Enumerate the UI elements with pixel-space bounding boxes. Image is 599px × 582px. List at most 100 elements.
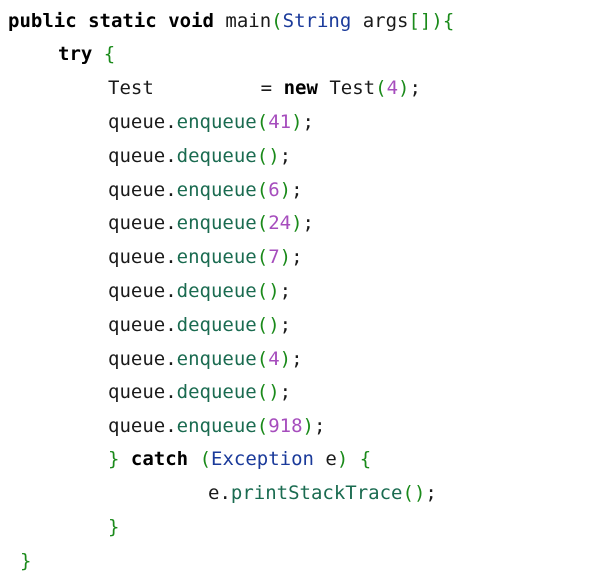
parens: () xyxy=(402,482,426,504)
keyword-try: try xyxy=(58,43,93,65)
dot-operator: . xyxy=(165,145,177,167)
number-literal: 24 xyxy=(268,212,292,234)
paren-close: ) xyxy=(291,111,303,133)
semicolon: ; xyxy=(302,212,314,234)
exception-variable: e xyxy=(325,448,337,470)
keyword-void: void xyxy=(168,10,214,32)
paren-close: ) xyxy=(302,415,314,437)
code-line-queue-call: queue.enqueue(41); xyxy=(108,107,314,137)
semicolon: ; xyxy=(409,77,421,99)
semicolon: ; xyxy=(425,482,437,504)
dot-operator: . xyxy=(165,314,177,336)
code-line-queue-call: queue.dequeue(); xyxy=(108,276,291,306)
number-literal: 4 xyxy=(386,77,399,99)
dot-operator: . xyxy=(165,111,177,133)
keyword-static: static xyxy=(88,10,157,32)
dot-operator: . xyxy=(165,381,177,403)
keyword-new: new xyxy=(283,77,318,99)
keyword-public: public xyxy=(8,10,77,32)
paren-open: ( xyxy=(375,77,387,99)
method-enqueue: enqueue xyxy=(176,415,257,437)
code-line-queue-call: queue.dequeue(); xyxy=(108,377,291,407)
dot-operator: . xyxy=(165,348,177,370)
method-print-stack-trace: printStackTrace xyxy=(230,482,403,504)
code-line-main-signature: public static void main(String args[]){ xyxy=(8,6,454,36)
semicolon: ; xyxy=(291,348,303,370)
paren-open: ( xyxy=(256,415,269,437)
paren-open: ( xyxy=(256,280,269,302)
paren-open: ( xyxy=(256,381,269,403)
brace-open: { xyxy=(103,43,116,65)
dot-operator: . xyxy=(165,280,177,302)
object-queue: queue xyxy=(108,145,166,167)
dot-operator: . xyxy=(165,415,177,437)
method-name: main xyxy=(225,10,272,32)
method-enqueue: enqueue xyxy=(176,246,257,268)
code-line-catch: } catch (Exception e) { xyxy=(108,444,371,474)
paren-open: ( xyxy=(256,314,269,336)
type-string: String xyxy=(282,10,352,32)
semicolon: ; xyxy=(279,145,292,167)
brace-open: { xyxy=(442,10,455,32)
code-line-queue-call: queue.enqueue(24); xyxy=(108,208,314,238)
code-line-queue-call: queue.dequeue(); xyxy=(108,141,291,171)
brace-close: } xyxy=(108,516,120,538)
method-dequeue: dequeue xyxy=(176,314,257,336)
paren-open: ( xyxy=(256,145,269,167)
code-line-print-stack-trace: e.printStackTrace(); xyxy=(208,482,437,504)
number-literal: 6 xyxy=(268,179,280,201)
object-e: e xyxy=(208,482,220,504)
semicolon: ; xyxy=(279,314,292,336)
object-queue: queue xyxy=(108,179,166,201)
paren-close: ) xyxy=(279,246,292,268)
dot-operator: . xyxy=(165,179,177,201)
object-queue: queue xyxy=(108,415,166,437)
semicolon: ; xyxy=(279,280,292,302)
object-queue: queue xyxy=(108,111,166,133)
brace-close: } xyxy=(20,550,32,572)
method-dequeue: dequeue xyxy=(176,381,257,403)
paren-close: ) xyxy=(268,314,280,336)
paren-close: ) xyxy=(279,348,292,370)
array-brackets: [] xyxy=(408,10,432,32)
type-exception: Exception xyxy=(211,448,314,470)
code-line-queue-call: queue.enqueue(918); xyxy=(108,411,325,441)
semicolon: ; xyxy=(291,179,303,201)
method-enqueue: enqueue xyxy=(176,212,257,234)
dot-operator: . xyxy=(165,246,177,268)
code-line-try: try { xyxy=(58,39,115,69)
method-enqueue: enqueue xyxy=(176,111,257,133)
code-line-queue-call: queue.enqueue(4); xyxy=(108,344,303,374)
semicolon: ; xyxy=(313,415,326,437)
method-dequeue: dequeue xyxy=(176,145,257,167)
method-enqueue: enqueue xyxy=(176,179,257,201)
number-literal: 4 xyxy=(268,348,280,370)
brace-open: { xyxy=(359,448,372,470)
code-line-constructor: Test = new Test(4); xyxy=(108,73,421,103)
paren-open: ( xyxy=(256,246,269,268)
object-queue: queue xyxy=(108,246,166,268)
semicolon: ; xyxy=(291,246,303,268)
paren-close: ) xyxy=(268,280,280,302)
paren-close: ) xyxy=(291,212,303,234)
object-queue: queue xyxy=(108,314,166,336)
type-test: Test xyxy=(108,77,154,99)
code-line-queue-call: queue.dequeue(); xyxy=(108,310,291,340)
number-literal: 918 xyxy=(268,415,303,437)
paren-close: ) xyxy=(268,145,280,167)
paren-open: ( xyxy=(199,448,212,470)
paren-open: ( xyxy=(256,212,269,234)
paren-close: ) xyxy=(268,381,280,403)
method-dequeue: dequeue xyxy=(176,280,257,302)
code-line-main-close: } xyxy=(20,546,31,576)
keyword-catch: catch xyxy=(130,448,189,470)
paren-open: ( xyxy=(256,179,269,201)
semicolon: ; xyxy=(302,111,314,133)
number-literal: 41 xyxy=(268,111,292,133)
object-queue: queue xyxy=(108,280,166,302)
paren-close: ) xyxy=(398,77,410,99)
redacted-variable-name xyxy=(165,78,250,99)
semicolon: ; xyxy=(279,381,292,403)
code-line-queue-call: queue.enqueue(6); xyxy=(108,175,303,205)
method-enqueue: enqueue xyxy=(176,348,257,370)
